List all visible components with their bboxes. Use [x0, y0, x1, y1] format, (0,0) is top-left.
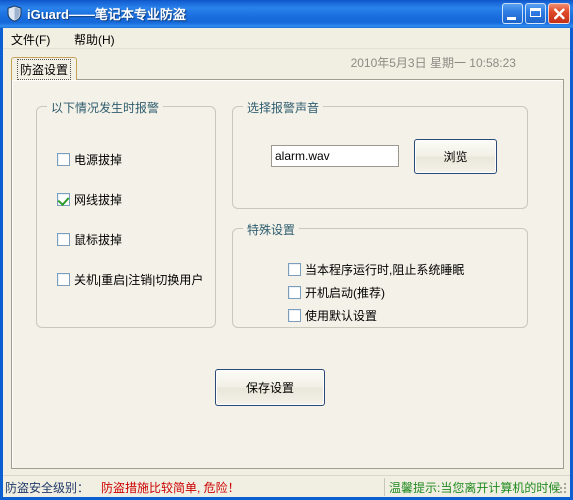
checkbox-label: 关机|重启|注销|切换用户 [74, 273, 204, 287]
client-area: 2010年5月3日 星期一 10:58:23 防盗设置 以下情况发生时报警 电源… [3, 49, 570, 497]
alarm-sound-file-input[interactable] [271, 145, 399, 167]
tab-control: 防盗设置 以下情况发生时报警 电源拔掉 网线拔掉 鼠标拔掉 关机|重启|注销|切… [11, 57, 564, 469]
checkbox-box-checked-icon [57, 193, 70, 206]
checkbox-label: 电源拔掉 [74, 153, 123, 167]
checkbox-network-unplugged[interactable]: 网线拔掉 [57, 191, 122, 208]
status-panel-tip: 温馨提示:当您离开计算机的时候请锁定您的计算机 [389, 478, 561, 496]
group-special-settings-title: 特殊设置 [243, 221, 300, 238]
security-level-value: 防盗措施比较简单, 危险！ [101, 480, 240, 495]
checkbox-use-defaults[interactable]: 使用默认设置 [288, 307, 377, 324]
status-bar: 防盗安全级别： 防盗措施比较简单, 危险！ 温馨提示:当您离开计算机的时候请锁定… [3, 475, 570, 497]
checkbox-run-at-startup[interactable]: 开机启动(推荐) [288, 284, 385, 301]
status-panel-security-level: 防盗安全级别： 防盗措施比较简单, 危险！ [5, 478, 385, 496]
checkbox-box-icon [57, 153, 70, 166]
tab-antitheft-settings[interactable]: 防盗设置 [11, 57, 78, 80]
menu-bar: 文件(F) 帮助(H) [3, 28, 570, 49]
checkbox-box-icon [57, 233, 70, 246]
minimize-icon[interactable] [502, 3, 523, 24]
checkbox-mouse-unplugged[interactable]: 鼠标拔掉 [57, 231, 122, 248]
group-special-settings: 特殊设置 当本程序运行时,阻止系统睡眠 开机启动(推荐) 使用默认设置 [232, 221, 528, 328]
checkbox-prevent-sleep[interactable]: 当本程序运行时,阻止系统睡眠 [288, 261, 464, 278]
application-window: iGuard——笔记本专业防盗 文件(F) 帮助(H) 2010年5月3日 星期… [0, 0, 573, 500]
group-alarm-conditions: 以下情况发生时报警 电源拔掉 网线拔掉 鼠标拔掉 关机|重启|注销|切换用户 [36, 99, 216, 328]
shield-icon [6, 5, 23, 22]
browse-button[interactable]: 浏览 [414, 139, 497, 174]
checkbox-shutdown-restart-logoff-switch[interactable]: 关机|重启|注销|切换用户 [57, 271, 203, 288]
maximize-icon[interactable] [525, 3, 546, 24]
group-alarm-conditions-title: 以下情况发生时报警 [47, 99, 164, 116]
save-settings-button[interactable]: 保存设置 [215, 369, 325, 406]
group-alarm-sound-title: 选择报警声音 [243, 99, 324, 116]
checkbox-box-icon [288, 309, 301, 322]
window-title: iGuard——笔记本专业防盗 [27, 7, 186, 22]
window-controls [502, 3, 570, 24]
title-bar[interactable]: iGuard——笔记本专业防盗 [0, 0, 573, 28]
security-level-label: 防盗安全级别： [5, 480, 90, 495]
tab-panel-antitheft-settings: 以下情况发生时报警 电源拔掉 网线拔掉 鼠标拔掉 关机|重启|注销|切换用户 选… [11, 79, 564, 469]
checkbox-label: 鼠标拔掉 [74, 233, 123, 247]
checkbox-label: 当本程序运行时,阻止系统睡眠 [305, 263, 465, 277]
checkbox-label: 网线拔掉 [74, 193, 123, 207]
menu-item-help[interactable]: 帮助(H) [74, 31, 115, 48]
close-icon[interactable] [548, 3, 570, 24]
status-tip-text: 温馨提示:当您离开计算机的时候请锁定您的计算机 [389, 480, 561, 495]
checkbox-power-unplugged[interactable]: 电源拔掉 [57, 151, 122, 168]
checkbox-label: 使用默认设置 [305, 309, 378, 323]
menu-item-file[interactable]: 文件(F) [11, 31, 50, 48]
checkbox-box-icon [57, 273, 70, 286]
tab-label: 防盗设置 [16, 58, 72, 80]
checkbox-box-icon [288, 286, 301, 299]
checkbox-label: 开机启动(推荐) [305, 286, 385, 300]
group-alarm-sound: 选择报警声音 浏览 [232, 99, 528, 209]
checkbox-box-icon [288, 263, 301, 276]
resize-grip-icon[interactable] [556, 483, 568, 495]
